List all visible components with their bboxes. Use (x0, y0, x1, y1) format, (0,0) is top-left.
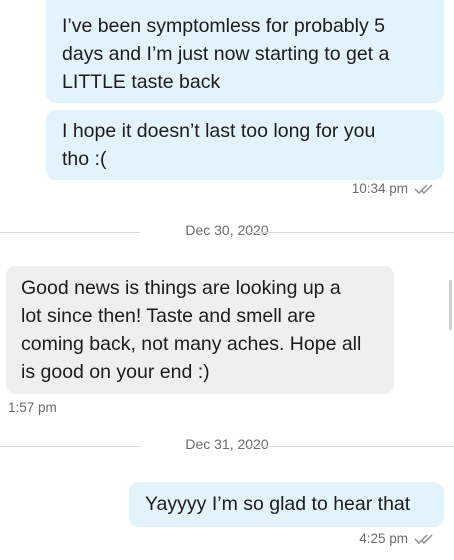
date-divider: Dec 30, 2020 (0, 222, 454, 242)
message-text: I hope it doesn’t last too long for you … (62, 117, 432, 173)
double-check-icon (414, 534, 433, 544)
date-divider: Dec 31, 2020 (0, 436, 454, 456)
message-bubble-outgoing[interactable]: I’ve been symptomless for probably 5 day… (46, 0, 444, 103)
timestamp-text: 4:25 pm (359, 531, 408, 546)
date-label: Dec 30, 2020 (185, 222, 269, 238)
message-line: lot since then! Taste and smell are (21, 305, 316, 327)
message-timestamp: 10:34 pm (352, 181, 436, 196)
date-label: Dec 31, 2020 (185, 436, 269, 452)
timestamp-text: 1:57 pm (8, 400, 57, 415)
message-bubble-outgoing[interactable]: I hope it doesn’t last too long for you … (46, 110, 444, 180)
message-line: I’ve been symptomless for probably 5 (62, 15, 385, 37)
message-text: Yayyyy I’m so glad to hear that (145, 490, 432, 518)
message-line: tho :( (62, 148, 107, 170)
message-text: Good news is things are looking up a lot… (21, 274, 382, 386)
message-bubble-outgoing[interactable]: Yayyyy I’m so glad to hear that (129, 482, 444, 527)
message-text: I’ve been symptomless for probably 5 day… (62, 12, 432, 96)
timestamp-text: 10:34 pm (351, 181, 408, 196)
message-bubble-incoming[interactable]: Good news is things are looking up a lot… (6, 266, 394, 394)
message-line: coming back, not many aches. Hope all (21, 333, 362, 355)
message-line: Yayyyy I’m so glad to hear that (145, 493, 411, 515)
message-line: days and I’m just now starting to get a (62, 43, 390, 65)
message-timestamp: 4:25 pm (359, 531, 436, 546)
scrollbar[interactable] (449, 280, 452, 330)
message-timestamp: 1:57 pm (8, 400, 57, 415)
message-line: is good on your end :) (21, 361, 210, 383)
double-check-icon (414, 184, 433, 194)
message-line: I hope it doesn’t last too long for you (62, 120, 376, 142)
message-line: Good news is things are looking up a (21, 277, 341, 299)
message-line: LITTLE taste back (62, 71, 221, 93)
